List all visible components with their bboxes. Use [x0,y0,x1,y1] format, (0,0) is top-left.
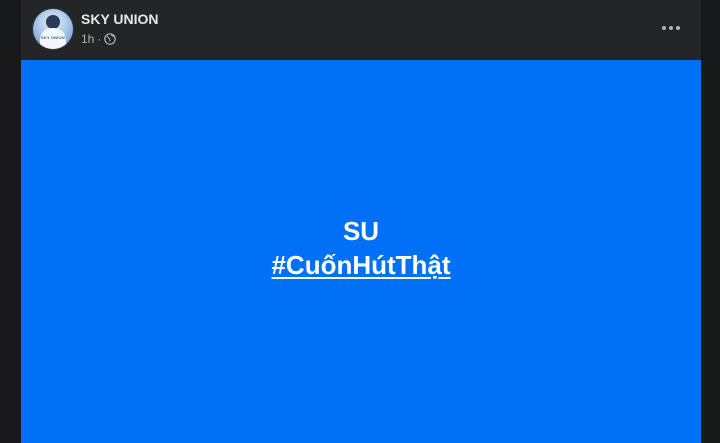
post-card: SKY UNION SKY UNION 1h · SU #CuốnHútThật [21,0,701,443]
post-header: SKY UNION SKY UNION 1h · [21,0,701,60]
more-dot [676,26,680,30]
banner-line-su: SU [342,216,380,246]
banner-text: SU #CuốnHútThật [21,214,701,282]
more-dot [669,26,673,30]
hashtag-link[interactable]: #CuốnHútThật [271,248,450,282]
author-name[interactable]: SKY UNION [81,10,159,28]
more-options-icon[interactable] [655,14,687,42]
author-avatar[interactable]: SKY UNION [33,9,73,49]
meta-separator: · [97,32,102,46]
text-post-banner[interactable]: SU #CuốnHútThật [21,60,701,443]
post-time[interactable]: 1h [81,32,94,46]
avatar-logo-text: SKY UNION [41,35,65,40]
avatar-person-head [46,15,60,29]
more-dot [662,26,666,30]
post-meta: 1h · [81,31,117,47]
globe-icon[interactable] [104,33,117,45]
